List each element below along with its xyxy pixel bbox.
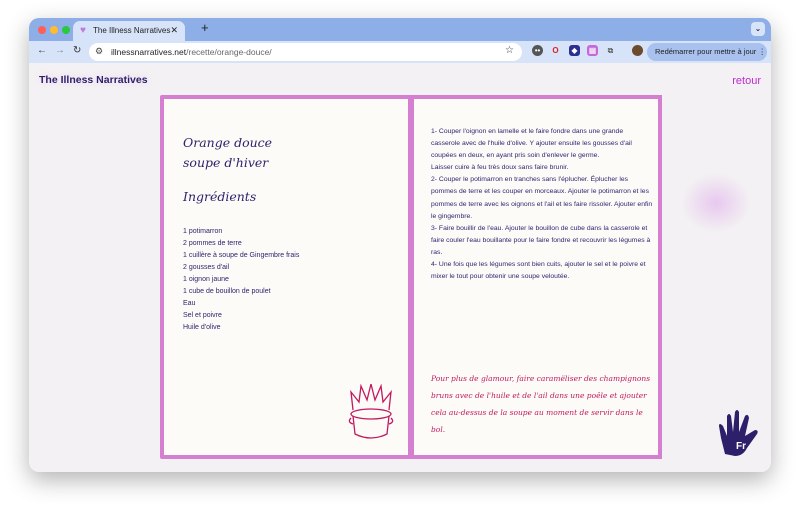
browser-window: ♥ The Illness Narratives ✕ + ⌄ ← → ↻ ⚙ i… [29,18,771,472]
ingredient-item: 1 cuillère à soupe de Gingembre frais [183,252,300,259]
tab-search-button[interactable]: ⌄ [751,22,765,36]
recipe-title: Orange douce soupe d'hiver [183,133,272,173]
ingredient-item: 1 oignon jaune [183,276,229,283]
ingredient-item: 1 cube de bouillon de poulet [183,288,271,295]
recipe-step: 2- Couper le potimarron en tranches sans… [431,176,653,220]
extension-icon[interactable]: ▦ [587,45,598,56]
forward-icon[interactable]: → [55,45,65,56]
opera-extension-icon[interactable]: O [550,45,561,56]
site-settings-icon[interactable]: ⚙ [95,46,103,57]
close-tab-icon[interactable]: ✕ [170,25,178,36]
url-path: /recette/orange-douce/ [186,47,272,57]
minimize-window-button[interactable] [50,26,58,34]
back-link[interactable]: retour [732,75,761,87]
ingredient-item: Huile d'olive [183,324,221,331]
recipe-step: Laisser cuire à feu très doux sans faire… [431,164,569,172]
recipe-right-page: 1- Couper l'oignon en lamelle et le fair… [410,95,662,459]
toolbar: ← → ↻ ⚙ illnessnarratives.net/recette/or… [29,41,771,63]
maximize-window-button[interactable] [62,26,70,34]
menu-dots-icon[interactable]: ⋮ [758,47,766,56]
bookmark-star-icon[interactable]: ☆ [505,45,514,56]
new-tab-button[interactable]: + [201,20,209,35]
extension-icon[interactable]: ◆ [569,45,580,56]
ingredient-item: 2 pommes de terre [183,240,242,247]
reload-icon[interactable]: ↻ [73,45,81,56]
tab-bar: ♥ The Illness Narratives ✕ + ⌄ [29,18,771,41]
browser-tab[interactable]: ♥ The Illness Narratives ✕ [73,21,185,41]
address-bar[interactable]: ⚙ illnessnarratives.net/recette/orange-d… [89,43,522,61]
close-window-button[interactable] [38,26,46,34]
ingredient-item: 2 gousses d'ail [183,264,230,271]
page: The Illness Narratives retour Orange dou… [29,63,771,472]
decorative-glow [681,173,751,233]
update-label: Redémarrer pour mettre à jour [655,47,757,56]
extension-icon[interactable]: •• [532,45,543,56]
recipe-step: 3- Faire bouillir de l'eau. Ajouter le b… [431,224,651,256]
recipe-step: 4- Une fois que les légumes sont bien cu… [431,261,646,281]
recipe-step: 1- Couper l'oignon en lamelle et le fair… [431,128,632,160]
ingredient-item: 1 potimarron [183,228,223,235]
ingredient-item: Sel et poivre [183,312,222,319]
recipe-tip: Pour plus de glamour, faire caramëliser … [431,374,651,434]
tab-title: The Illness Narratives [93,26,171,35]
title-line: soupe d'hiver [183,155,269,170]
recipe-left-page: Orange douce soupe d'hiver Ingrédients 1… [160,95,412,459]
ingredients-heading: Ingrédients [183,189,257,204]
recipe-steps: 1- Couper l'oignon en lamelle et le fair… [431,126,653,283]
url-domain: illnessnarratives.net [111,47,187,57]
extensions-puzzle-icon[interactable]: ⧉ [605,45,616,56]
heart-favicon-icon: ♥ [80,25,86,36]
site-brand-link[interactable]: The Illness Narratives [39,74,148,86]
update-button[interactable]: Redémarrer pour mettre à jour ⋮ [647,43,767,61]
language-badge[interactable]: Fr [736,441,746,452]
title-line: Orange douce [183,135,273,150]
soup-pot-icon [348,384,394,439]
language-switcher-hand-icon[interactable]: Fr [717,408,761,458]
ingredients-list: 1 potimarron 2 pommes de terre 1 cuillèr… [183,226,299,334]
ingredient-item: Eau [183,300,196,307]
profile-avatar[interactable] [632,45,643,56]
back-icon[interactable]: ← [37,45,47,56]
